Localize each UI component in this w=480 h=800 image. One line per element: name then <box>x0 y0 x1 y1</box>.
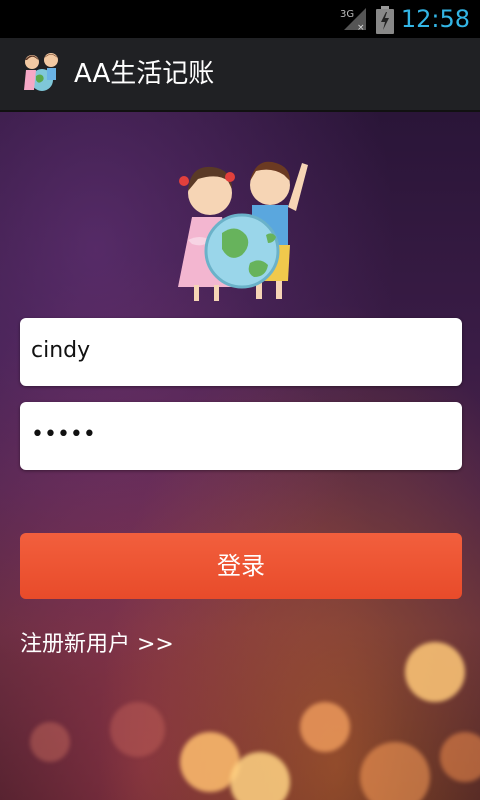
username-value: cindy <box>31 338 91 363</box>
status-bar: 3G × 12:58 <box>0 0 480 38</box>
kids-globe-icon <box>24 53 58 91</box>
bokeh-light <box>30 722 70 762</box>
bokeh-light <box>300 702 350 752</box>
bokeh-light <box>110 702 165 757</box>
action-bar: AA生活记账 <box>0 38 480 112</box>
kids-globe-logo <box>178 161 308 301</box>
register-link[interactable]: 注册新用户 >> <box>20 630 174 660</box>
username-field[interactable]: cindy <box>20 318 462 386</box>
svg-text:3G: 3G <box>340 9 354 20</box>
password-value: ••••• <box>31 422 96 447</box>
bokeh-light <box>405 642 465 702</box>
login-button[interactable]: 登录 <box>20 533 462 599</box>
bokeh-light <box>440 732 480 782</box>
signal-3g-icon: 3G × <box>340 8 366 32</box>
password-field[interactable]: ••••• <box>20 402 462 470</box>
bokeh-light <box>230 752 290 800</box>
bokeh-light <box>360 742 430 800</box>
svg-text:×: × <box>357 23 365 32</box>
battery-charging-icon <box>376 6 394 34</box>
app-title: AA生活记账 <box>74 59 215 89</box>
status-time: 12:58 <box>400 5 470 33</box>
